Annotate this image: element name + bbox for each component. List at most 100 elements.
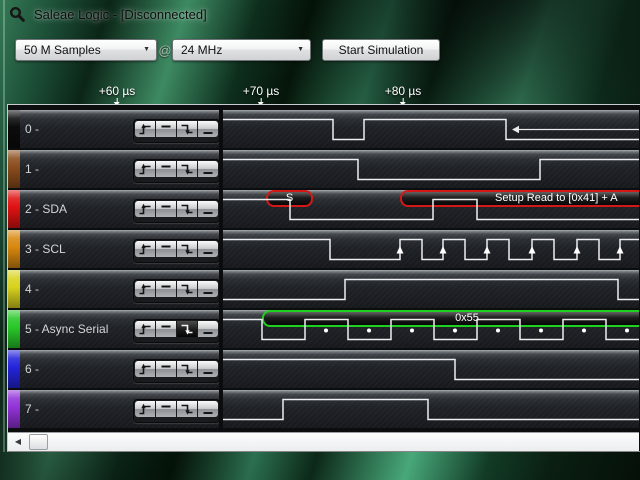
bit-sample-dot <box>367 329 371 333</box>
channel-color-strip <box>8 390 20 428</box>
trigger-button-group <box>133 199 220 223</box>
channel-color-strip <box>8 310 20 348</box>
samples-dropdown-value: 50 M Samples <box>24 43 101 57</box>
time-marker-label: +80 µs <box>385 84 422 98</box>
waveform-area[interactable] <box>223 390 639 428</box>
clock-rise-arrow-icon <box>397 246 404 254</box>
channel-row-5: 5 - Async Serial0x55 <box>8 310 639 348</box>
rising-edge-trigger-button[interactable] <box>135 161 155 177</box>
falling-edge-trigger-button[interactable] <box>177 321 197 337</box>
low-level-trigger-button[interactable] <box>198 241 218 257</box>
low-level-trigger-button[interactable] <box>198 161 218 177</box>
channel-row-2: 2 - SDA SSetup Read to [0x41] + A <box>8 190 639 228</box>
channel-color-strip <box>8 270 20 308</box>
channel-rows: 0 -1 -2 - SDA SSetup Read to [0x41] + A 3 … <box>8 105 639 432</box>
rising-edge-trigger-button[interactable] <box>135 121 155 137</box>
high-level-trigger-button[interactable] <box>156 361 176 377</box>
horizontal-scrollbar[interactable]: ◀ <box>8 432 639 451</box>
channel-color-strip <box>8 350 20 388</box>
waveform-area[interactable] <box>223 350 639 388</box>
high-level-trigger-button[interactable] <box>156 281 176 297</box>
waveform-area[interactable] <box>223 150 639 188</box>
low-level-trigger-button[interactable] <box>198 121 218 137</box>
bit-sample-dot <box>410 329 414 333</box>
scrollbar-thumb[interactable] <box>29 434 48 450</box>
waveform-channel-3[interactable] <box>223 230 639 268</box>
falling-edge-trigger-button[interactable] <box>177 281 197 297</box>
window-title: Saleae Logic - [Disconnected] <box>34 7 207 22</box>
channel-row-0: 0 - <box>8 110 639 148</box>
trigger-button-group <box>133 319 220 343</box>
bit-sample-dot <box>625 329 629 333</box>
falling-edge-trigger-button[interactable] <box>177 201 197 217</box>
channel-color-strip <box>8 150 20 188</box>
high-level-trigger-button[interactable] <box>156 321 176 337</box>
channel-row-7: 7 - <box>8 390 639 428</box>
channel-label: 6 - <box>25 350 39 388</box>
rising-edge-trigger-button[interactable] <box>135 361 155 377</box>
clock-rise-arrow-icon <box>484 246 491 254</box>
bit-sample-dot <box>496 329 500 333</box>
channel-color-strip <box>8 190 20 228</box>
start-simulation-button[interactable]: Start Simulation <box>322 39 440 61</box>
chevron-down-icon: ▼ <box>143 40 150 60</box>
falling-edge-trigger-button[interactable] <box>177 241 197 257</box>
low-level-trigger-button[interactable] <box>198 201 218 217</box>
falling-edge-trigger-button[interactable] <box>177 361 197 377</box>
time-marker-label: +70 µs <box>243 84 280 98</box>
chevron-down-icon: ▼ <box>297 40 304 60</box>
low-level-trigger-button[interactable] <box>198 401 218 417</box>
rising-edge-trigger-button[interactable] <box>135 281 155 297</box>
channel-label: 4 - <box>25 270 39 308</box>
waveform-area[interactable]: SSetup Read to [0x41] + A <box>223 190 639 228</box>
scroll-left-button[interactable]: ◀ <box>10 434 26 449</box>
title-bar: Saleae Logic - [Disconnected] <box>9 6 207 23</box>
rising-edge-trigger-button[interactable] <box>135 201 155 217</box>
high-level-trigger-button[interactable] <box>156 241 176 257</box>
waveform-area[interactable]: 0x55 <box>223 310 639 348</box>
high-level-trigger-button[interactable] <box>156 201 176 217</box>
falling-edge-trigger-button[interactable] <box>177 401 197 417</box>
sample-rate-dropdown[interactable]: 24 MHz ▼ <box>172 39 311 61</box>
falling-edge-trigger-button[interactable] <box>177 121 197 137</box>
high-level-trigger-button[interactable] <box>156 161 176 177</box>
trigger-button-group <box>133 239 220 263</box>
samples-dropdown[interactable]: 50 M Samples ▼ <box>15 39 157 61</box>
rising-edge-trigger-button[interactable] <box>135 241 155 257</box>
annotation-label: Setup Read to [0x41] + A <box>400 190 618 207</box>
low-level-trigger-button[interactable] <box>198 361 218 377</box>
bit-sample-dot <box>539 329 543 333</box>
low-level-trigger-button[interactable] <box>198 281 218 297</box>
rising-edge-trigger-button[interactable] <box>135 321 155 337</box>
time-ruler: +60 µs +70 µs +80 µs <box>0 84 640 106</box>
bit-sample-dot <box>582 329 586 333</box>
high-level-trigger-button[interactable] <box>156 401 176 417</box>
waveform-channel-0[interactable] <box>223 110 639 148</box>
window-left-border <box>3 0 5 452</box>
panel-divider <box>219 105 223 432</box>
channel-row-6: 6 - <box>8 350 639 388</box>
clock-rise-arrow-icon <box>529 246 536 254</box>
time-marker-label: +60 µs <box>99 84 136 98</box>
saleae-logic-window: Saleae Logic - [Disconnected] 50 M Sampl… <box>0 0 640 480</box>
channel-label: 3 - SCL <box>25 230 66 268</box>
clock-rise-arrow-icon <box>440 246 447 254</box>
falling-edge-trigger-button[interactable] <box>177 161 197 177</box>
high-level-trigger-button[interactable] <box>156 121 176 137</box>
waveform-channel-1[interactable] <box>223 150 639 188</box>
low-level-trigger-button[interactable] <box>198 321 218 337</box>
rising-edge-trigger-button[interactable] <box>135 401 155 417</box>
left-arrow-icon <box>512 126 519 133</box>
waveform-channel-7[interactable] <box>223 390 639 428</box>
clock-rise-arrow-icon <box>617 246 624 254</box>
waveform-channel-6[interactable] <box>223 350 639 388</box>
waveform-area[interactable] <box>223 230 639 268</box>
trigger-button-group <box>133 159 220 183</box>
annotation-label: 0x55 <box>262 310 639 327</box>
waveform-area[interactable] <box>223 110 639 148</box>
channel-row-1: 1 - <box>8 150 639 188</box>
channel-label: 2 - SDA <box>25 190 67 228</box>
capture-panel: 0 -1 -2 - SDA SSetup Read to [0x41] + A 3 … <box>7 104 640 452</box>
waveform-channel-4[interactable] <box>223 270 639 308</box>
waveform-area[interactable] <box>223 270 639 308</box>
